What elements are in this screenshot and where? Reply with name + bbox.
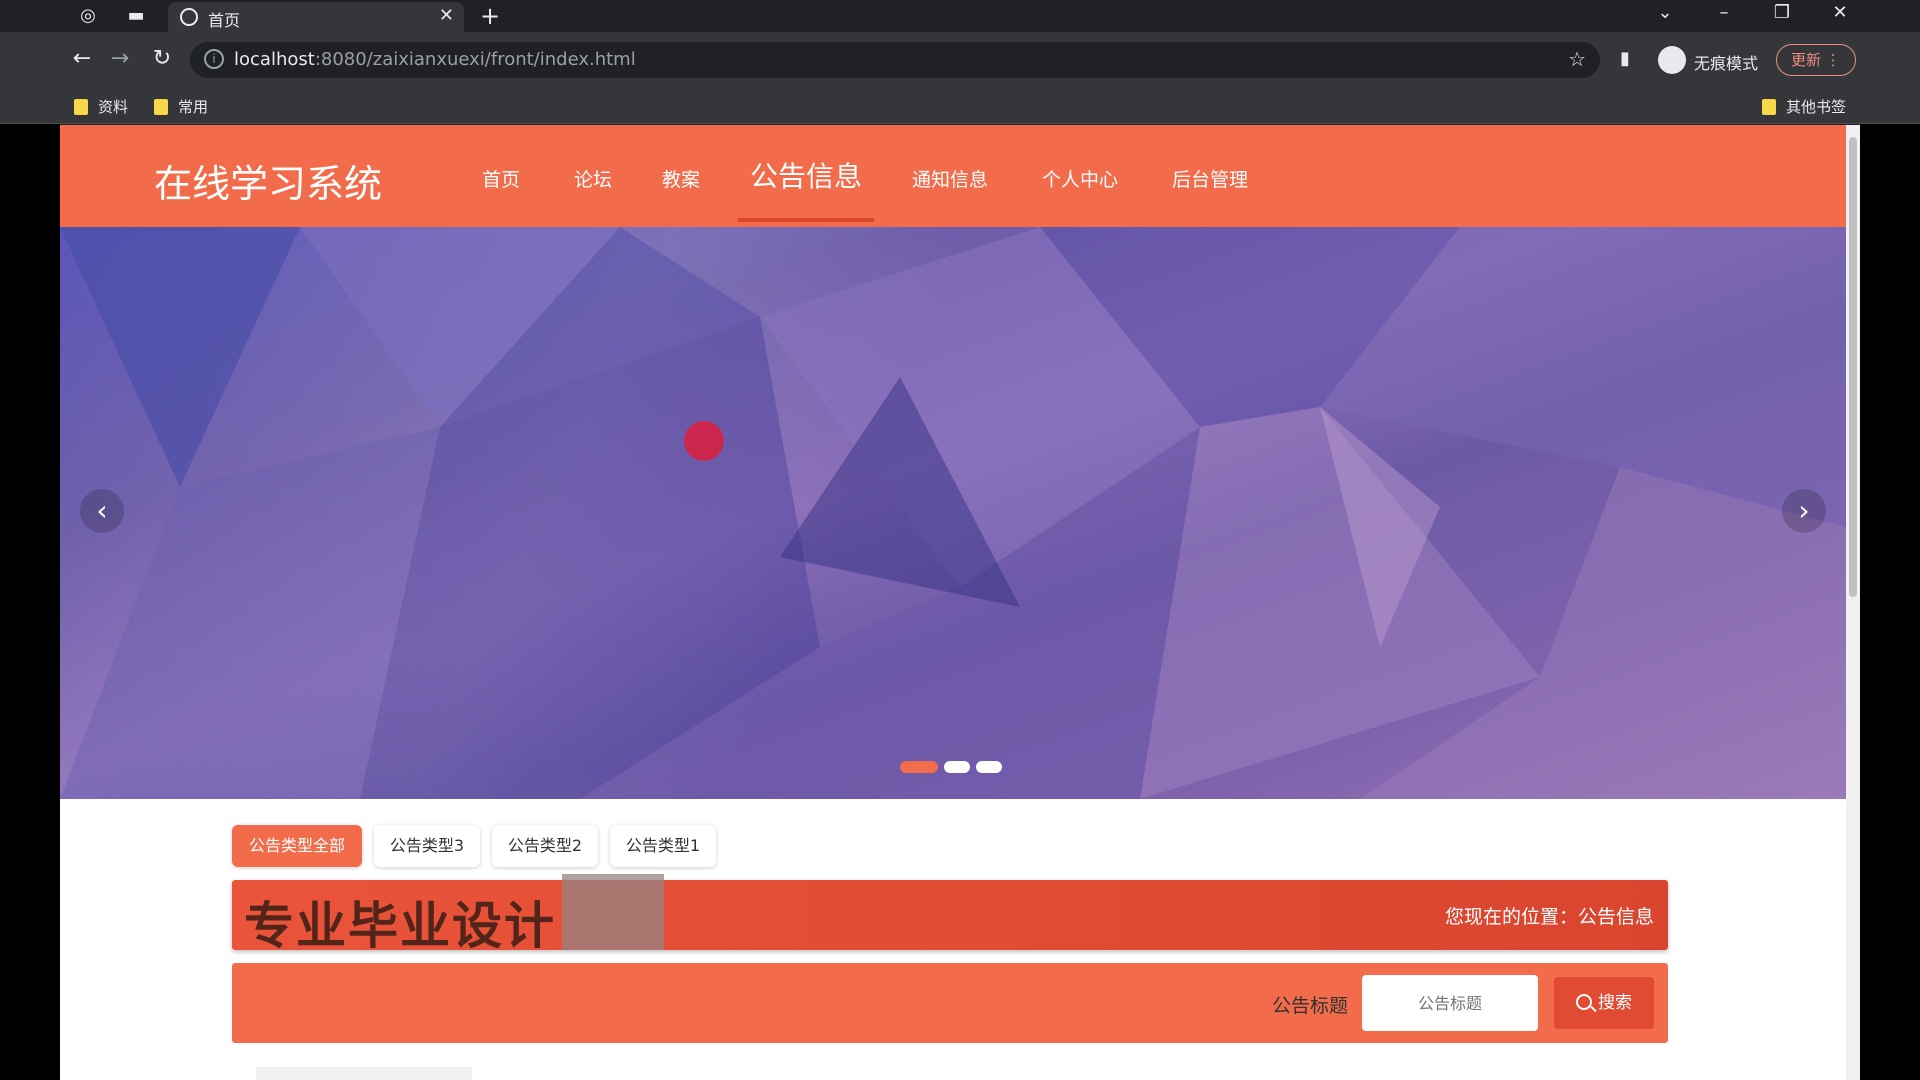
tab-title: 首页 xyxy=(208,11,241,30)
site-header: 在线学习系统 首页 论坛 教案 公告信息 通知信息 个人中心 后台管理 xyxy=(60,125,1846,227)
globe-icon[interactable]: ◎ xyxy=(76,4,100,28)
filter-all[interactable]: 公告类型全部 xyxy=(232,825,362,867)
tab-list-icon[interactable]: ⌄ xyxy=(1645,2,1685,23)
reload-icon[interactable]: ↻ xyxy=(148,46,176,71)
nav-item-announcements[interactable]: 公告信息 xyxy=(750,155,862,195)
browser-toolbar: ← → ↻ i localhost:8080/zaixianxuexi/fron… xyxy=(0,32,1920,88)
url-host: localhost xyxy=(234,49,315,70)
breadcrumb: 您现在的位置：公告信息 xyxy=(1444,906,1654,928)
folder-icon xyxy=(74,99,88,115)
announcement-type-filters: 公告类型全部 公告类型3 公告类型2 公告类型1 xyxy=(60,825,1846,875)
carousel-next-button[interactable]: › xyxy=(1782,489,1826,533)
bookmark-label: 资料 xyxy=(98,98,129,116)
search-button[interactable]: 搜索 xyxy=(1554,977,1654,1029)
search-button-label: 搜索 xyxy=(1598,993,1632,1013)
nav-item-admin[interactable]: 后台管理 xyxy=(1172,165,1248,192)
list-item xyxy=(256,1067,472,1080)
bookmark-label: 常用 xyxy=(178,98,209,116)
bookmarks-bar: 资料 常用 其他书签 xyxy=(0,88,1920,124)
hero-carousel[interactable]: ‹ › xyxy=(60,227,1846,799)
breadcrumb-banner: 专业毕业设计 您现在的位置：公告信息 xyxy=(232,874,1668,955)
browser-window: ◎ ▬ 首页 ✕ + ⌄ – ❐ ✕ ← → ↻ i localhost:808… xyxy=(0,0,1920,1080)
favicon-icon xyxy=(180,8,198,26)
side-panel-icon[interactable]: ▮ xyxy=(1620,48,1630,69)
page-scrollbar[interactable] xyxy=(1846,125,1860,1080)
nav-item-lesson-plan[interactable]: 教案 xyxy=(662,165,700,192)
address-bar[interactable]: i localhost:8080/zaixianxuexi/front/inde… xyxy=(190,42,1600,78)
tab-search-icon[interactable]: ▬ xyxy=(124,4,148,28)
update-button[interactable]: 更新 ⋮ xyxy=(1776,44,1856,76)
nav-item-forum[interactable]: 论坛 xyxy=(574,165,612,192)
nav-item-profile[interactable]: 个人中心 xyxy=(1042,165,1118,192)
bookmark-folder[interactable]: 资料 xyxy=(74,96,128,117)
watermark-blur xyxy=(562,874,664,950)
nav-item-home[interactable]: 首页 xyxy=(482,165,520,192)
other-bookmarks-label: 其他书签 xyxy=(1786,98,1847,116)
carousel-dot[interactable] xyxy=(900,761,938,773)
carousel-prev-button[interactable]: ‹ xyxy=(80,489,124,533)
site-logo[interactable]: 在线学习系统 xyxy=(154,153,382,208)
filter-type-1[interactable]: 公告类型1 xyxy=(610,825,716,867)
screen: ◎ ▬ 首页 ✕ + ⌄ – ❐ ✕ ← → ↻ i localhost:808… xyxy=(0,0,1920,1080)
page-viewport: 在线学习系统 首页 论坛 教案 公告信息 通知信息 个人中心 后台管理 ‹ › … xyxy=(60,125,1860,1080)
new-tab-icon[interactable]: + xyxy=(480,2,500,30)
search-bar: 公告标题 搜索 xyxy=(232,963,1668,1043)
search-input[interactable] xyxy=(1362,975,1538,1031)
carousel-dot[interactable] xyxy=(944,761,970,773)
back-icon[interactable]: ← xyxy=(68,46,96,71)
nav-item-notices[interactable]: 通知信息 xyxy=(912,165,988,192)
cursor-highlight xyxy=(684,421,724,461)
incognito-icon xyxy=(1658,46,1686,74)
update-label: 更新 xyxy=(1791,51,1822,69)
forward-icon[interactable]: → xyxy=(106,46,134,71)
carousel-dot[interactable] xyxy=(976,761,1002,773)
chevron-right-icon: › xyxy=(1798,494,1810,527)
folder-icon xyxy=(154,99,168,115)
search-label: 公告标题 xyxy=(1272,995,1349,1017)
active-tab[interactable]: 首页 ✕ xyxy=(168,2,464,32)
window-close-icon[interactable]: ✕ xyxy=(1820,2,1860,23)
carousel-slide-image xyxy=(60,227,1846,799)
info-icon[interactable]: i xyxy=(204,49,224,69)
filter-type-3[interactable]: 公告类型3 xyxy=(374,825,480,867)
url-text[interactable]: localhost:8080/zaixianxuexi/front/index.… xyxy=(234,49,636,70)
nav-active-indicator xyxy=(738,218,874,222)
url-path: :8080/zaixianxuexi/front/index.html xyxy=(314,49,636,70)
watermark-text: 专业毕业设计 xyxy=(244,897,556,955)
filter-type-2[interactable]: 公告类型2 xyxy=(492,825,598,867)
minimize-icon[interactable]: – xyxy=(1704,2,1744,23)
tab-strip: ◎ ▬ 首页 ✕ + ⌄ – ❐ ✕ xyxy=(0,0,1920,32)
restore-icon[interactable]: ❐ xyxy=(1762,2,1802,23)
other-bookmarks[interactable]: 其他书签 xyxy=(1762,96,1846,117)
scrollbar-thumb[interactable] xyxy=(1849,137,1857,597)
close-icon[interactable]: ✕ xyxy=(439,5,454,26)
bookmark-star-icon[interactable]: ☆ xyxy=(1568,47,1586,71)
bookmark-folder[interactable]: 常用 xyxy=(154,96,208,117)
incognito-label: 无痕模式 xyxy=(1694,54,1759,73)
search-icon xyxy=(1576,994,1592,1010)
chevron-left-icon: ‹ xyxy=(96,494,108,527)
folder-icon xyxy=(1762,99,1776,115)
